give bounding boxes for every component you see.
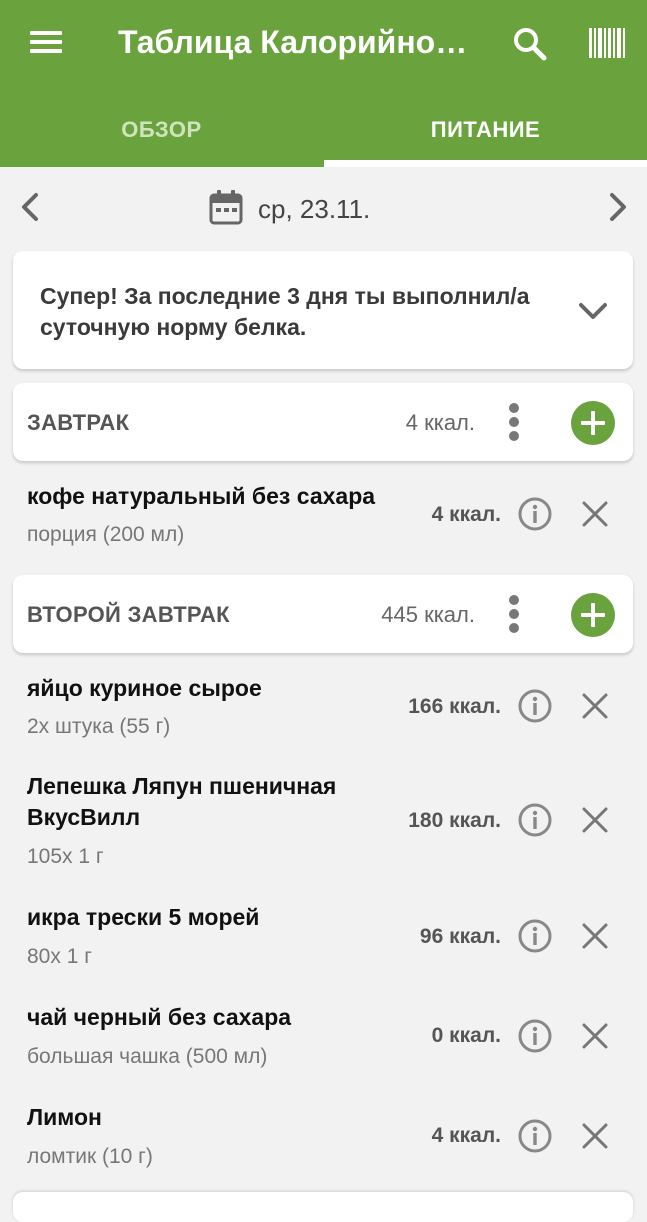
food-kcal: 96 ккал. <box>419 925 501 948</box>
list-item[interactable]: икра трески 5 морей 80x 1 г 96 ккал. <box>0 898 647 983</box>
list-item[interactable]: яйцо куриное сырое 2x штука (55 г) 166 к… <box>0 667 647 752</box>
info-icon[interactable] <box>517 918 553 954</box>
food-portion: 2x штука (55 г) <box>27 715 171 738</box>
date-navigation: ср, 23.11. <box>0 180 647 236</box>
tab-bar: ОБЗОР ПИТАНИЕ <box>0 92 647 167</box>
more-vert-icon[interactable] <box>506 595 522 633</box>
chevron-left-icon[interactable] <box>14 190 48 224</box>
close-icon[interactable] <box>580 499 610 529</box>
tip-card[interactable]: Супер! За последние 3 дня ты выполнил/а … <box>13 251 633 369</box>
app-title: Таблица Калорийно… <box>118 24 468 60</box>
tab-nutrition[interactable]: ПИТАНИЕ <box>324 92 647 167</box>
tab-overview[interactable]: ОБЗОР <box>0 92 323 167</box>
tab-indicator <box>324 160 647 167</box>
list-item[interactable]: кофе натуральный без сахара порция (200 … <box>0 475 647 555</box>
close-icon[interactable] <box>580 1121 610 1151</box>
info-icon[interactable] <box>517 1018 553 1054</box>
list-item[interactable]: чай черный без сахара большая чашка (500… <box>0 998 647 1083</box>
food-name: кофе натуральный без сахара <box>27 483 376 509</box>
list-item[interactable]: Лимон ломтик (10 г) 4 ккал. <box>0 1098 647 1183</box>
meal-header-second-breakfast[interactable]: ВТОРОЙ ЗАВТРАК 445 ккал. <box>13 575 633 653</box>
food-name: икра трески 5 морей <box>27 904 260 930</box>
info-icon[interactable] <box>517 1118 553 1154</box>
next-meal-card[interactable] <box>13 1192 633 1222</box>
food-portion: порция (200 мл) <box>27 523 185 546</box>
close-icon[interactable] <box>580 1021 610 1051</box>
food-name: яйцо куриное сырое <box>27 675 262 701</box>
search-icon[interactable] <box>510 24 550 64</box>
food-kcal: 4 ккал. <box>431 503 501 526</box>
food-kcal: 4 ккал. <box>431 1124 501 1147</box>
close-icon[interactable] <box>580 691 610 721</box>
meal-title: ЗАВТРАК <box>27 410 130 435</box>
add-food-button[interactable] <box>571 401 615 445</box>
menu-icon[interactable] <box>28 28 64 58</box>
close-icon[interactable] <box>580 921 610 951</box>
food-name: Лепешка Ляпун пшеничная ВкусВилл <box>27 773 337 830</box>
more-vert-icon[interactable] <box>506 403 522 441</box>
meal-kcal: 4 ккал. <box>405 410 475 435</box>
chevron-right-icon[interactable] <box>600 190 634 224</box>
info-icon[interactable] <box>517 496 553 532</box>
add-food-button[interactable] <box>571 593 615 637</box>
info-icon[interactable] <box>517 802 553 838</box>
close-icon[interactable] <box>580 805 610 835</box>
tip-text: Супер! За последние 3 дня ты выполнил/а … <box>40 283 530 340</box>
food-kcal: 166 ккал. <box>408 695 501 718</box>
food-name: Лимон <box>27 1104 102 1130</box>
food-kcal: 0 ккал. <box>431 1024 501 1047</box>
barcode-icon[interactable] <box>588 26 626 60</box>
meal-kcal: 445 ккал. <box>381 602 475 627</box>
calendar-icon[interactable] <box>209 189 243 225</box>
food-kcal: 180 ккал. <box>408 809 501 832</box>
meal-header-breakfast[interactable]: ЗАВТРАК 4 ккал. <box>13 383 633 461</box>
meal-title: ВТОРОЙ ЗАВТРАК <box>27 602 230 627</box>
list-item[interactable]: Лепешка Ляпун пшеничная ВкусВилл 105x 1 … <box>0 768 647 878</box>
current-date[interactable]: ср, 23.11. <box>258 194 370 225</box>
food-portion: большая чашка (500 мл) <box>27 1045 268 1068</box>
toolbar: Таблица Калорийно… <box>0 0 647 90</box>
food-portion: ломтик (10 г) <box>27 1145 153 1168</box>
food-name: чай черный без сахара <box>27 1004 292 1030</box>
app-bar: Таблица Калорийно… ОБЗОР ПИТАНИЕ <box>0 0 647 167</box>
food-portion: 105x 1 г <box>27 845 104 868</box>
food-portion: 80x 1 г <box>27 945 92 968</box>
info-icon[interactable] <box>517 688 553 724</box>
chevron-down-icon[interactable] <box>575 293 611 329</box>
